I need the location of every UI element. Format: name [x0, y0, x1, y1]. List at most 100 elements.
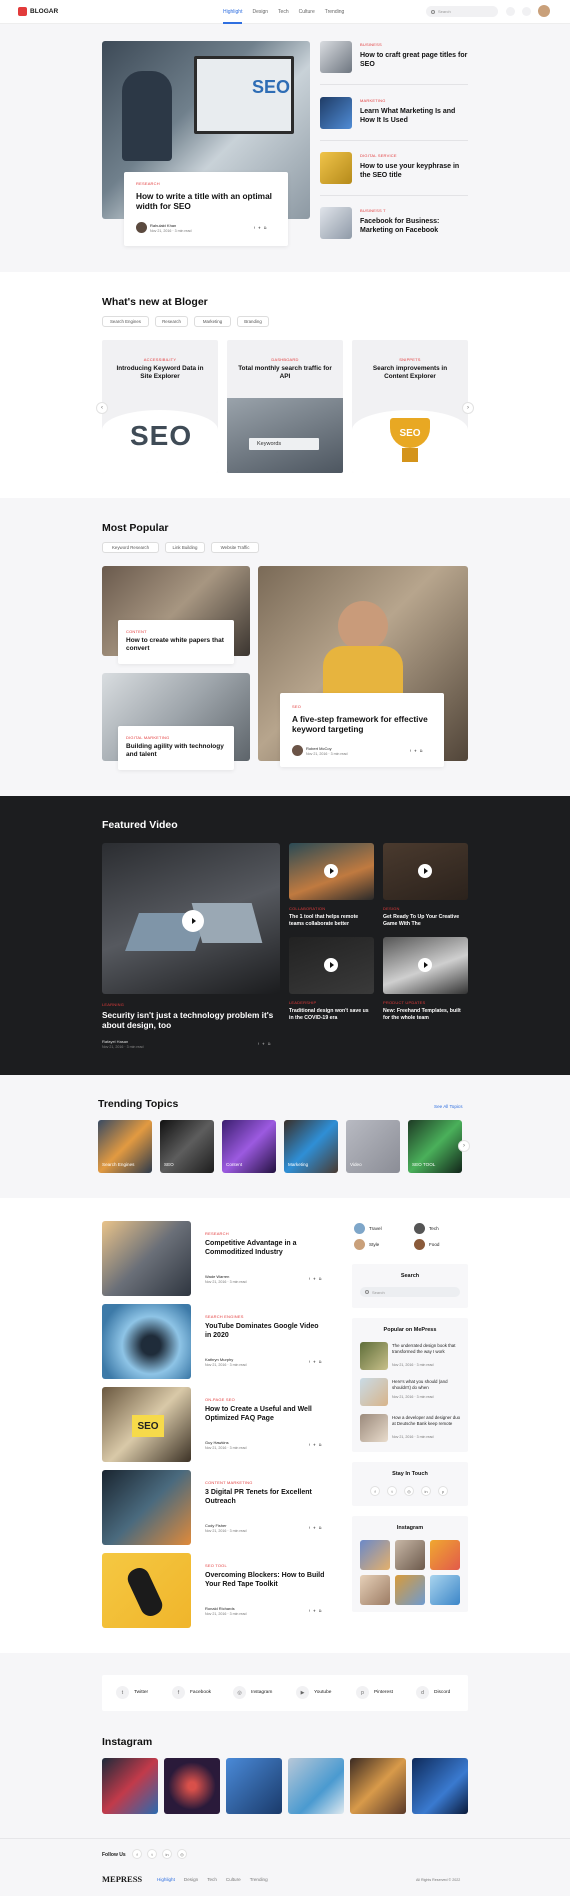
post-thumb[interactable]: [102, 1553, 191, 1628]
post-card[interactable]: CONTENT MARKETING 3 Digital PR Tenets fo…: [193, 1470, 343, 1545]
social-pinterest[interactable]: p Pinterest: [356, 1686, 393, 1699]
social-twitter[interactable]: t Twitter: [116, 1686, 148, 1699]
linkedin-icon[interactable]: in: [421, 1486, 431, 1496]
hero-side-thumb[interactable]: [320, 41, 352, 73]
logo[interactable]: BLOGAR: [18, 7, 58, 16]
twitter-icon[interactable]: t: [387, 1486, 397, 1496]
author-avatar: [292, 745, 303, 756]
topic-tile[interactable]: Video: [346, 1120, 400, 1173]
post-card[interactable]: SEARCH ENGINES YouTube Dominates Google …: [193, 1304, 343, 1379]
chip-marketing[interactable]: Marketing: [194, 316, 231, 327]
post-thumb[interactable]: [102, 1304, 191, 1379]
chip-research[interactable]: Research: [155, 316, 188, 327]
hero-side-thumb[interactable]: [320, 97, 352, 129]
category-style[interactable]: Style: [354, 1239, 379, 1250]
instagram-photo[interactable]: [164, 1758, 220, 1814]
chip-keyword-research[interactable]: Keyword Research: [102, 542, 159, 553]
popular-card-b[interactable]: DIGITAL MARKETING Building agility with …: [118, 726, 234, 770]
notification-icon[interactable]: [506, 7, 515, 16]
instagram-icon[interactable]: ◎: [177, 1849, 187, 1859]
footer-nav-design[interactable]: Design: [184, 1877, 198, 1882]
play-button[interactable]: [418, 958, 432, 972]
carousel-next-button[interactable]: ›: [462, 402, 474, 414]
search-box[interactable]: Search: [426, 6, 498, 17]
instagram-photo[interactable]: [102, 1758, 158, 1814]
instagram-photo[interactable]: [360, 1575, 390, 1605]
social-youtube[interactable]: ▶ Youtube: [296, 1686, 331, 1699]
feature-card[interactable]: SNIPPETS Search improvements in Content …: [352, 340, 468, 473]
footer-nav-tech[interactable]: Tech: [207, 1877, 217, 1882]
hero-main-card[interactable]: RESEARCH How to write a title with an op…: [124, 172, 288, 246]
popular-thumb[interactable]: [360, 1414, 388, 1442]
chip-search-engines[interactable]: Search Engines: [102, 316, 149, 327]
instagram-photo[interactable]: [395, 1575, 425, 1605]
category-travel[interactable]: Travel: [354, 1223, 382, 1234]
category-food[interactable]: Food: [414, 1239, 439, 1250]
chip-branding[interactable]: Branding: [237, 316, 269, 327]
share-icons[interactable]: f ✈ ⧉: [410, 749, 423, 753]
topic-tile[interactable]: Search Engines: [98, 1120, 152, 1173]
category-tech[interactable]: Tech: [414, 1223, 439, 1234]
facebook-icon[interactable]: f: [132, 1849, 142, 1859]
post-thumb[interactable]: [102, 1221, 191, 1296]
share-icons: f ✈ ⧉: [309, 1277, 323, 1281]
feature-card[interactable]: ACCESSIBILITY Introducing Keyword Data i…: [102, 340, 218, 473]
nav-trending[interactable]: Trending: [325, 9, 345, 15]
social-facebook[interactable]: f Facebook: [172, 1686, 211, 1699]
play-button[interactable]: [324, 864, 338, 878]
instagram-icon[interactable]: ◎: [404, 1486, 414, 1496]
play-button[interactable]: [324, 958, 338, 972]
instagram-photo[interactable]: [395, 1540, 425, 1570]
topic-tile[interactable]: Content: [222, 1120, 276, 1173]
pinterest-icon[interactable]: p: [438, 1486, 448, 1496]
instagram-photo[interactable]: [226, 1758, 282, 1814]
topic-tile[interactable]: SEO TOOL: [408, 1120, 462, 1173]
linkedin-icon[interactable]: in: [162, 1849, 172, 1859]
see-all-topics-link[interactable]: See All Topics: [434, 1104, 463, 1109]
instagram-photo[interactable]: [288, 1758, 344, 1814]
share-icons[interactable]: f ✈ ⧉: [258, 1042, 271, 1046]
avatar[interactable]: [538, 5, 550, 17]
topic-tile[interactable]: Marketing: [284, 1120, 338, 1173]
popular-thumb[interactable]: [360, 1378, 388, 1406]
feature-card[interactable]: DASHBOARD Total monthly search traffic f…: [227, 340, 343, 473]
facebook-icon[interactable]: f: [370, 1486, 380, 1496]
social-discord[interactable]: d Discord: [416, 1686, 450, 1699]
footer-nav-trending[interactable]: Trending: [250, 1877, 268, 1882]
post-card[interactable]: SEO TOOL Overcoming Blockers: How to Bui…: [193, 1553, 343, 1628]
nav-culture[interactable]: Culture: [299, 9, 315, 15]
hero-side-thumb[interactable]: [320, 152, 352, 184]
footer-nav-culture[interactable]: Culture: [226, 1877, 241, 1882]
post-card[interactable]: ON-PAGE SEO How to Create a Useful and W…: [193, 1387, 343, 1462]
popular-thumb[interactable]: [360, 1342, 388, 1370]
carousel-prev-button[interactable]: ‹: [96, 402, 108, 414]
nav-design[interactable]: Design: [252, 9, 268, 15]
chip-website-traffic[interactable]: Website Traffic: [211, 542, 259, 553]
share-icons[interactable]: f ✈ ⧉: [254, 226, 267, 230]
settings-icon[interactable]: [522, 7, 531, 16]
footer-nav-highlight[interactable]: Highlight: [157, 1877, 175, 1882]
popular-card-a[interactable]: CONTENT How to create white papers that …: [118, 620, 234, 664]
popular-card-c[interactable]: SEO A five-step framework for effective …: [280, 693, 444, 767]
instagram-photo[interactable]: [360, 1540, 390, 1570]
sidebar-categories: Travel Tech Style Food: [352, 1221, 468, 1254]
social-instagram[interactable]: ◎ Instagram: [233, 1686, 272, 1699]
carousel-next-button[interactable]: ›: [458, 1140, 470, 1152]
play-button[interactable]: [418, 864, 432, 878]
play-button[interactable]: [182, 910, 204, 932]
post-thumb[interactable]: SEO: [102, 1387, 191, 1462]
instagram-photo[interactable]: [412, 1758, 468, 1814]
twitter-icon[interactable]: t: [147, 1849, 157, 1859]
nav-highlight[interactable]: Highlight: [223, 9, 242, 15]
topic-tile[interactable]: SEO: [160, 1120, 214, 1173]
instagram-photo[interactable]: [430, 1540, 460, 1570]
footer-logo[interactable]: MEPRESS: [102, 1874, 142, 1884]
post-card[interactable]: RESEARCH Competitive Advantage in a Comm…: [193, 1221, 343, 1296]
chip-link-building[interactable]: Link Building: [165, 542, 205, 553]
hero-side-thumb[interactable]: [320, 207, 352, 239]
instagram-photo[interactable]: [350, 1758, 406, 1814]
sidebar-search-input[interactable]: Search: [360, 1287, 460, 1297]
instagram-photo[interactable]: [430, 1575, 460, 1605]
nav-tech[interactable]: Tech: [278, 9, 289, 15]
post-thumb[interactable]: [102, 1470, 191, 1545]
